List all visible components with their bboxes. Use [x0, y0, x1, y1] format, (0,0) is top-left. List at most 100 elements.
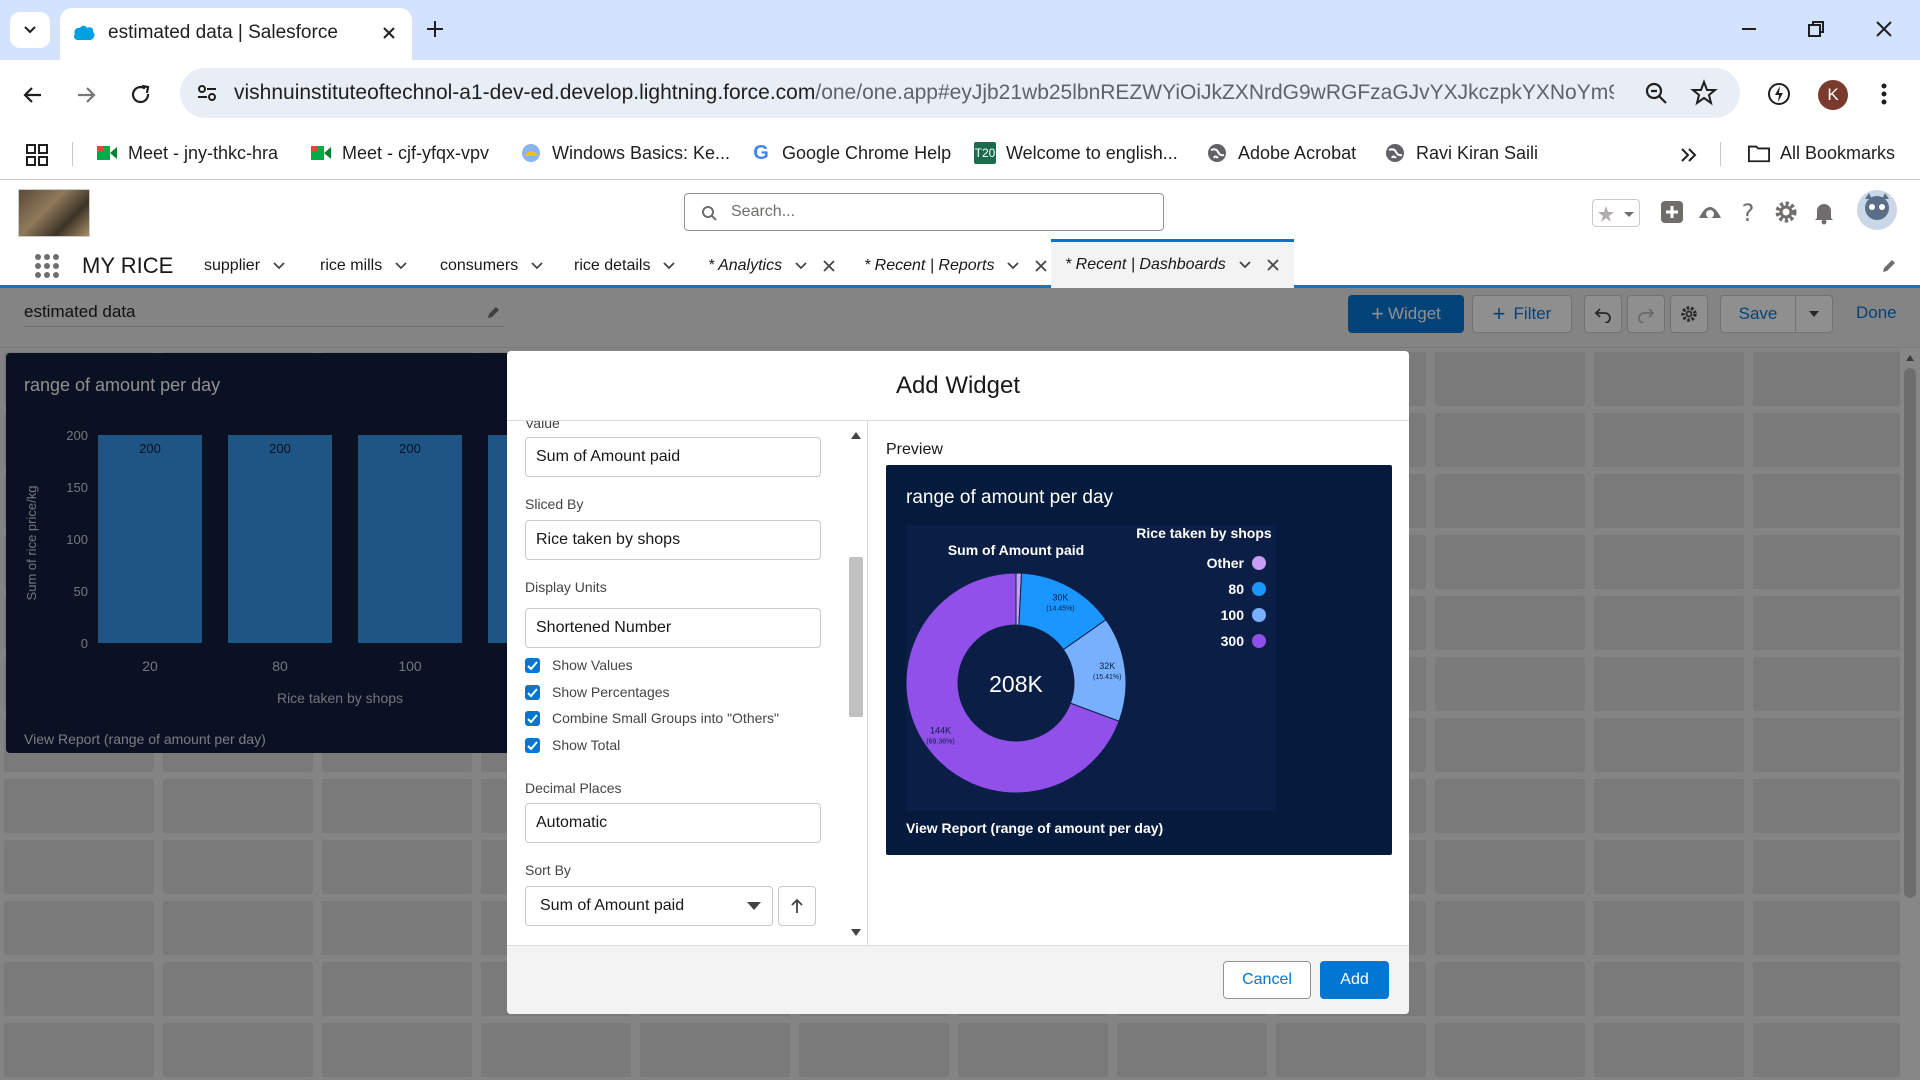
- browser-tab[interactable]: estimated data | Salesforce: [60, 8, 412, 60]
- svg-text:?: ?: [1742, 199, 1755, 226]
- modal-title: Add Widget: [507, 351, 1409, 421]
- apps-grid-icon[interactable]: [26, 144, 48, 166]
- show-total-checkbox[interactable]: Show Total: [525, 737, 620, 753]
- slice-percent-label: (15.41%): [1093, 674, 1121, 681]
- tab-recent-reports[interactable]: * Recent | Reports: [864, 243, 1048, 288]
- all-bookmarks-button[interactable]: All Bookmarks: [1748, 138, 1895, 168]
- scroll-up-arrow-icon[interactable]: [851, 431, 861, 439]
- site-settings-icon[interactable]: [196, 82, 218, 104]
- close-tab-icon[interactable]: [380, 24, 398, 42]
- bookmark-label: Meet - cjf-yfqx-vpv: [342, 142, 490, 163]
- user-avatar[interactable]: [1856, 189, 1898, 231]
- sort-direction-button[interactable]: [778, 886, 816, 926]
- t20-icon: T20: [974, 142, 996, 164]
- chevron-down-icon[interactable]: [662, 259, 676, 273]
- close-tab-icon[interactable]: [1034, 259, 1048, 273]
- favorites-dropdown-icon: [1624, 212, 1634, 217]
- sort-by-select[interactable]: Sum of Amount paid: [525, 886, 773, 926]
- favorites-button[interactable]: [1592, 199, 1640, 227]
- measure-label: Sum of Amount paid: [948, 542, 1084, 558]
- tab-search-button[interactable]: [10, 12, 50, 48]
- tab-analytics[interactable]: * Analytics: [708, 243, 836, 288]
- more-bookmarks-icon[interactable]: [1678, 144, 1700, 166]
- combine-small-groups-checkbox[interactable]: Combine Small Groups into "Others": [525, 710, 779, 726]
- sliced-by-select[interactable]: Rice taken by shops: [525, 520, 821, 560]
- new-tab-icon[interactable]: [424, 18, 446, 40]
- bookmarks-bar: Meet - jny-thkc-hra Meet - cjf-yfqx-vpv …: [0, 128, 1920, 180]
- browser-tab-strip: estimated data | Salesforce: [0, 0, 1920, 60]
- chevron-down-icon[interactable]: [530, 259, 544, 273]
- notifications-bell-icon[interactable]: [1810, 198, 1838, 226]
- tab-label: * Analytics: [708, 256, 783, 274]
- nav-label: rice mills: [320, 256, 383, 274]
- forward-arrow-icon[interactable]: [73, 82, 99, 108]
- bookmark-ravi[interactable]: Ravi Kiran Saili: [1384, 138, 1538, 168]
- close-tab-icon[interactable]: [1266, 258, 1280, 272]
- preview-view-report-link[interactable]: View Report (range of amount per day): [906, 820, 1163, 836]
- nav-item-rice-mills[interactable]: rice mills: [320, 243, 408, 288]
- chevron-down-icon[interactable]: [394, 259, 408, 273]
- add-button[interactable]: Add: [1320, 961, 1389, 999]
- display-units-select[interactable]: Shortened Number: [525, 608, 821, 648]
- scrollbar-thumb[interactable]: [849, 557, 863, 717]
- value-select[interactable]: Sum of Amount paid: [525, 437, 821, 477]
- back-arrow-icon[interactable]: [20, 82, 46, 108]
- windows-basics-icon: [520, 142, 542, 164]
- folder-icon: [1748, 142, 1770, 164]
- checkbox-label: Combine Small Groups into "Others": [552, 710, 780, 726]
- decimal-places-select[interactable]: Automatic: [525, 803, 821, 843]
- scroll-down-arrow-icon[interactable]: [851, 929, 861, 937]
- performance-icon[interactable]: [1765, 80, 1793, 108]
- url-text: vishnuinstituteoftechnol-a1-dev-ed.devel…: [234, 81, 1614, 105]
- nav-item-consumers[interactable]: consumers: [440, 243, 544, 288]
- favorites-star-icon: [1598, 206, 1614, 222]
- bookmark-meet-2[interactable]: Meet - cjf-yfqx-vpv: [310, 138, 489, 168]
- global-create-icon[interactable]: [1658, 198, 1686, 226]
- restore-icon[interactable]: [1805, 18, 1827, 40]
- edit-nav-pencil-icon[interactable]: [1880, 257, 1898, 275]
- org-logo[interactable]: [18, 189, 90, 237]
- preview-label: Preview: [886, 441, 943, 458]
- legend-label: 100: [1221, 607, 1245, 623]
- widget-config-panel: Value Sum of Amount paid Sliced By Rice …: [507, 421, 867, 945]
- address-bar[interactable]: vishnuinstituteoftechnol-a1-dev-ed.devel…: [180, 68, 1740, 118]
- bookmark-meet-1[interactable]: Meet - jny-thkc-hra: [96, 138, 278, 168]
- reload-icon[interactable]: [128, 82, 154, 108]
- tab-recent-dashboards[interactable]: * Recent | Dashboards: [1051, 239, 1294, 288]
- nav-item-rice-details[interactable]: rice details: [574, 243, 676, 288]
- cancel-button[interactable]: Cancel: [1223, 961, 1311, 999]
- close-tab-icon[interactable]: [822, 259, 836, 273]
- bookmark-chrome-help[interactable]: G Google Chrome Help: [750, 138, 951, 168]
- legend-swatch: [1252, 556, 1266, 570]
- google-g-icon: G: [753, 141, 769, 164]
- help-icon[interactable]: ?: [1734, 198, 1762, 226]
- preview-card: range of amount per day Sum of Amount pa…: [886, 465, 1392, 855]
- chevron-down-icon[interactable]: [794, 259, 808, 273]
- show-percentages-checkbox[interactable]: Show Percentages: [525, 684, 670, 700]
- tab-title: estimated data | Salesforce: [108, 22, 338, 43]
- chevron-down-icon[interactable]: [1238, 258, 1252, 272]
- more-menu-icon[interactable]: [1874, 80, 1894, 108]
- chevron-down-icon[interactable]: [272, 259, 286, 273]
- minimize-icon[interactable]: [1738, 18, 1760, 40]
- show-values-checkbox[interactable]: Show Values: [525, 657, 633, 673]
- config-scrollbar[interactable]: [843, 421, 867, 945]
- tab-label: * Recent | Reports: [864, 256, 995, 274]
- bookmark-windows-basics[interactable]: Windows Basics: Ke...: [520, 138, 730, 168]
- chevron-down-icon[interactable]: [1006, 259, 1020, 273]
- global-search[interactable]: Search...: [684, 193, 1164, 231]
- bookmark-adobe[interactable]: Adobe Acrobat: [1206, 138, 1356, 168]
- setup-gear-icon[interactable]: [1772, 198, 1800, 226]
- legend-swatch: [1252, 582, 1266, 596]
- url-host: vishnuinstituteoftechnol-a1-dev-ed.devel…: [234, 81, 816, 104]
- bookmark-english[interactable]: T20 Welcome to english...: [974, 138, 1178, 168]
- profile-avatar[interactable]: K: [1818, 80, 1848, 110]
- bookmark-separator: [1720, 142, 1721, 166]
- app-launcher-icon[interactable]: [34, 253, 60, 279]
- legend-swatch: [1252, 634, 1266, 648]
- close-window-icon[interactable]: [1873, 18, 1895, 40]
- trailhead-icon[interactable]: [1696, 198, 1724, 226]
- nav-item-supplier[interactable]: supplier: [204, 243, 286, 288]
- zoom-icon[interactable]: [1643, 80, 1669, 106]
- bookmark-star-icon[interactable]: [1690, 79, 1718, 107]
